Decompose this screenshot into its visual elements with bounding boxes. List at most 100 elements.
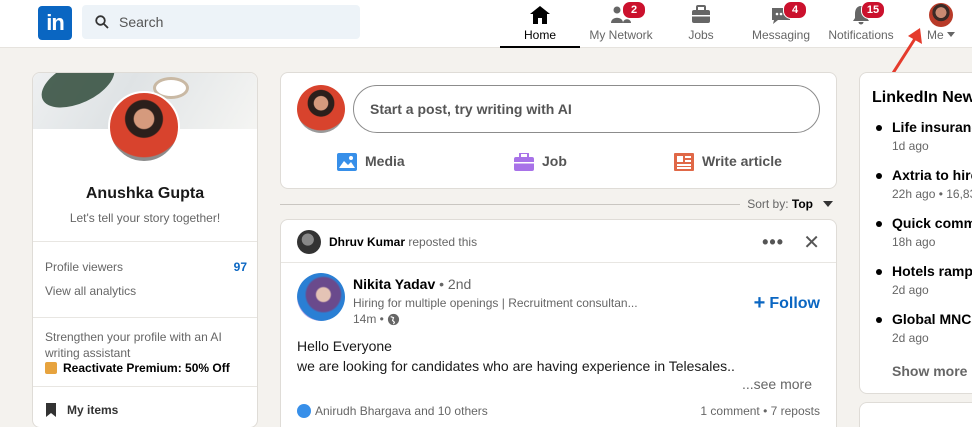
author-avatar[interactable] [297, 273, 345, 321]
reposter-name[interactable]: Dhruv Kumar [329, 235, 405, 249]
nav-jobs[interactable]: Jobs [666, 0, 736, 48]
news-item[interactable]: Hotels ramp 2d ago [876, 263, 972, 297]
network-badge: 2 [622, 1, 646, 19]
reactions-summary[interactable]: Anirudh Bhargava and 10 others [297, 404, 488, 418]
premium-promo-text: Strengthen your profile with an AI writi… [45, 330, 222, 360]
post-timestamp: 14m • [353, 312, 400, 326]
news-headline: Hotels ramp [892, 263, 972, 279]
nav-my-network-label: My Network [589, 28, 653, 42]
my-items-label: My items [67, 403, 119, 417]
profile-viewers-row[interactable]: Profile viewers 97 [45, 260, 247, 274]
chevron-down-icon [823, 201, 833, 207]
nav-jobs-label: Jobs [688, 28, 714, 42]
article-icon [674, 153, 694, 171]
start-post-button[interactable]: Start a post, try writing with AI [353, 85, 820, 133]
share-box: Start a post, try writing with AI Media … [280, 72, 837, 189]
profile-tagline: Let's tell your story together! [69, 211, 221, 225]
profile-viewers-count: 97 [233, 260, 247, 274]
news-item[interactable]: Quick comm 18h ago [876, 215, 972, 249]
nav-messaging-label: Messaging [751, 28, 811, 42]
search-icon [95, 15, 109, 29]
profile-card: Anushka Gupta Let's tell your story toge… [32, 72, 258, 427]
like-reaction-icon [297, 404, 311, 418]
search-box[interactable] [82, 5, 360, 39]
news-item[interactable]: Life insurance 1d ago [876, 119, 972, 153]
cover-leaf-graphic [34, 73, 122, 118]
follow-button[interactable]: + Follow [754, 292, 820, 315]
profile-name[interactable]: Anushka Gupta [33, 185, 257, 203]
view-analytics-label: View all analytics [45, 284, 137, 298]
media-button[interactable]: Media [337, 147, 405, 175]
linkedin-logo[interactable]: in [38, 6, 72, 40]
image-icon [337, 153, 357, 171]
reactivate-premium-label: Reactivate Premium: 50% Off [63, 361, 230, 375]
job-button[interactable]: Job [514, 147, 567, 175]
feed-post: Dhruv Kumar reposted this ••• ✕ Nikita Y… [280, 219, 837, 427]
news-meta: 22h ago • 16,83 [892, 187, 972, 201]
reactions-text: Anirudh Bhargava and 10 others [315, 404, 488, 418]
divider [281, 262, 836, 263]
news-meta: 2d ago [892, 331, 929, 345]
sort-bar[interactable]: Sort by: Top [280, 196, 837, 212]
write-article-label: Write article [702, 153, 782, 169]
nav-messaging[interactable]: 4 Messaging [746, 0, 816, 48]
connection-degree: • 2nd [439, 276, 472, 292]
share-avatar[interactable] [297, 85, 345, 133]
news-title: LinkedIn News [872, 89, 972, 106]
divider [280, 204, 740, 205]
more-options-button[interactable]: ••• [762, 232, 784, 253]
author-name-row[interactable]: Nikita Yadav • 2nd [353, 276, 471, 292]
close-icon[interactable]: ✕ [803, 230, 820, 255]
notifications-badge: 15 [861, 1, 885, 19]
secondary-card [859, 402, 972, 427]
home-icon [530, 6, 550, 24]
job-label: Job [542, 153, 567, 169]
news-meta: 1d ago [892, 139, 929, 153]
follow-label: Follow [769, 295, 820, 312]
chevron-down-icon [947, 32, 955, 37]
bookmark-icon [46, 403, 56, 417]
search-input[interactable] [119, 5, 349, 39]
briefcase-icon [514, 152, 534, 171]
repost-header: Dhruv Kumar reposted this [297, 230, 477, 254]
reposter-avatar[interactable] [297, 230, 321, 254]
news-card: LinkedIn News Life insurance 1d ago Axtri… [859, 72, 972, 394]
jobs-icon [692, 5, 710, 23]
see-more-link[interactable]: ...see more [742, 376, 812, 392]
write-article-button[interactable]: Write article [674, 147, 782, 175]
messaging-badge: 4 [783, 1, 807, 19]
nav-my-network[interactable]: 2 My Network [582, 0, 660, 48]
author-headline: Hiring for multiple openings | Recruitme… [353, 296, 638, 310]
plus-icon: + [753, 292, 766, 314]
news-headline: Quick comm [892, 215, 972, 231]
profile-viewers-label: Profile viewers [45, 260, 124, 274]
post-line-2: we are looking for candidates who are ha… [297, 358, 735, 374]
reactivate-premium-link[interactable]: Reactivate Premium: 50% Off [45, 361, 230, 375]
show-more-label: Show more [892, 363, 968, 379]
nav-home[interactable]: Home [500, 0, 580, 48]
news-headline: Life insurance [892, 119, 972, 135]
news-headline: Axtria to hire [892, 167, 972, 183]
show-more-button[interactable]: Show more [892, 363, 972, 379]
premium-icon [45, 362, 57, 374]
divider [33, 386, 257, 387]
top-navigation: in Home 2 My Network Jobs 4 Messaging 15… [0, 0, 972, 48]
post-body: Hello Everyone we are looking for candid… [297, 336, 817, 376]
news-meta: 2d ago [892, 283, 929, 297]
post-line-1: Hello Everyone [297, 338, 392, 354]
sort-label: Sort by: [747, 197, 789, 211]
media-label: Media [365, 153, 405, 169]
sort-value: Top [791, 197, 813, 211]
news-item[interactable]: Axtria to hire 22h ago • 16,83 [876, 167, 972, 201]
sort-control[interactable]: Sort by: Top [747, 197, 813, 211]
news-item[interactable]: Global MNCs 2d ago [876, 311, 972, 345]
nav-home-label: Home [523, 28, 556, 42]
view-analytics-link[interactable]: View all analytics [45, 284, 247, 298]
divider [33, 317, 257, 318]
engagement-summary[interactable]: 1 comment • 7 reposts [700, 404, 820, 418]
news-headline: Global MNCs [892, 311, 972, 327]
author-name[interactable]: Nikita Yadav [353, 276, 435, 292]
my-items-link[interactable]: My items [45, 403, 118, 417]
profile-photo[interactable] [108, 91, 180, 163]
repost-text: reposted this [408, 235, 478, 249]
